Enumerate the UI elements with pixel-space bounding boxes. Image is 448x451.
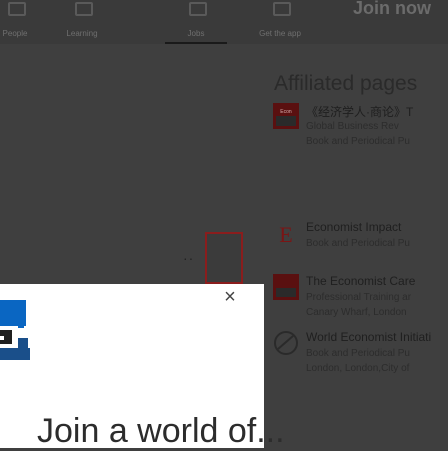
- svg-text:Econ: Econ: [280, 109, 292, 115]
- company-item-economist-impact[interactable]: E Economist Impact Book and Periodical P…: [273, 220, 448, 280]
- company-desc: Global Business Rev: [306, 121, 399, 132]
- svg-text:E: E: [279, 222, 292, 246]
- company-industry: Book and Periodical Pu: [306, 136, 410, 147]
- company-name: 《经济学人·商论》T: [306, 105, 414, 119]
- nav-label: Get the app: [259, 29, 301, 38]
- join-now-button[interactable]: Join now: [353, 0, 431, 19]
- company-location: Canary Wharf, London: [306, 307, 407, 318]
- active-indicator: [165, 42, 227, 44]
- company-name: Economist Impact: [306, 220, 402, 234]
- highlight-box: ··: [183, 232, 243, 284]
- nav-item-jobs[interactable]: Jobs: [165, 0, 227, 44]
- company-name: World Economist Initiati: [306, 330, 432, 344]
- phone-icon: [273, 2, 291, 16]
- company-item-world-economist-initiative[interactable]: World Economist Initiati Book and Period…: [273, 330, 448, 390]
- modal-heading-partial: Join a world of...: [37, 412, 285, 450]
- economist-business-review-logo: Econ: [273, 103, 299, 129]
- nav-label: Jobs: [187, 29, 205, 38]
- nav-item-learning[interactable]: Learning: [62, 0, 102, 44]
- company-item-economist-careers[interactable]: The Economist Care Professional Training…: [273, 274, 448, 334]
- modal-illustration: [0, 300, 30, 360]
- world-economist-logo: [274, 331, 298, 355]
- company-location: London, London,City of: [306, 363, 410, 374]
- nav-label: Learning: [66, 29, 98, 38]
- company-item-economist-business-review[interactable]: Econ 《经济学人·商论》T Global Business Rev Book…: [273, 103, 448, 163]
- close-icon[interactable]: ×: [219, 286, 241, 308]
- company-name: The Economist Care: [306, 274, 416, 288]
- top-nav-bar: People Learning Jobs Get the app Join no…: [0, 0, 448, 44]
- briefcase-icon: [189, 2, 207, 16]
- nav-item-get-app[interactable]: Get the app: [255, 0, 305, 44]
- company-desc: Book and Periodical Pu: [306, 348, 410, 359]
- affiliated-pages-title: Affiliated pages: [274, 72, 418, 95]
- economist-careers-logo: [273, 274, 299, 300]
- people-icon: [8, 2, 26, 16]
- nav-label: People: [2, 29, 28, 38]
- company-desc: Professional Training ar: [306, 292, 412, 303]
- learning-icon: [75, 2, 93, 16]
- nav-item-people[interactable]: People: [0, 0, 30, 44]
- company-desc: Book and Periodical Pu: [306, 238, 410, 249]
- more-options-icon[interactable]: ··: [183, 250, 194, 266]
- economist-impact-logo: E: [273, 220, 299, 246]
